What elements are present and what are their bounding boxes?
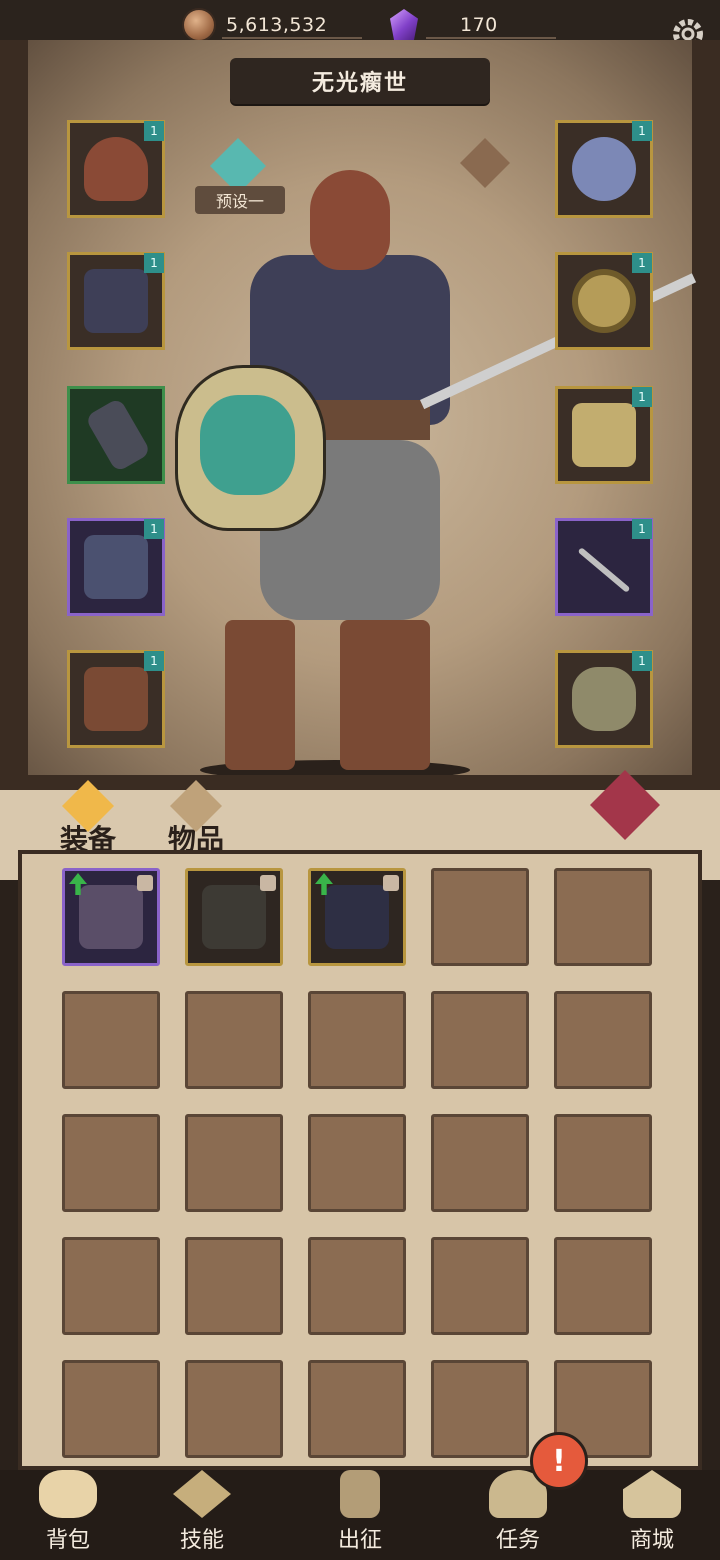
character-boot-right (340, 620, 430, 770)
chest-armor-icon (84, 269, 148, 333)
inventory-slot-empty[interactable] (185, 1360, 283, 1458)
inventory-slot-empty[interactable] (62, 991, 160, 1089)
dark-blade-icon (325, 885, 389, 949)
inventory-grid (62, 868, 658, 1464)
inventory-slot-empty[interactable] (185, 1237, 283, 1335)
coin-amount: 5,613,532 (226, 14, 328, 36)
nav-shop-label: 商城 (629, 1528, 674, 1553)
inventory-slot-empty[interactable] (431, 1114, 529, 1212)
panel-frame-left (0, 40, 28, 800)
equip-slot-chest[interactable]: 1 (67, 252, 165, 350)
helmet-icon (84, 137, 148, 201)
lock-icon[interactable] (137, 875, 153, 891)
inventory-slot-empty[interactable] (308, 1237, 406, 1335)
equip-slot-boots[interactable]: 1 (67, 650, 165, 748)
nav-quests-label: 任务 (495, 1528, 540, 1553)
inventory-slot-empty[interactable] (308, 991, 406, 1089)
inventory-item-dark-blade[interactable] (308, 868, 406, 966)
inventory-item-pants[interactable] (62, 868, 160, 966)
sword-icon (577, 547, 631, 593)
panel-frame-right (692, 40, 720, 800)
character-shield-emblem (200, 395, 295, 495)
page-title: 无光瘸世 (311, 71, 408, 96)
nav-skills[interactable]: 技能 (142, 1470, 262, 1560)
inventory-slot-empty[interactable] (62, 1237, 160, 1335)
slot-level-badge: 1 (632, 651, 652, 671)
inventory-slot-empty[interactable] (308, 1114, 406, 1212)
inventory-slot-empty[interactable] (554, 1237, 652, 1335)
bracer-icon (84, 397, 152, 473)
inventory-slot-empty[interactable] (431, 991, 529, 1089)
pants-icon (84, 535, 148, 599)
nav-expedition[interactable]: 出征 (300, 1470, 420, 1560)
inventory-slot-empty[interactable] (431, 1360, 529, 1458)
inventory-slot-empty[interactable] (185, 991, 283, 1089)
gem-icon (390, 9, 418, 41)
slot-level-badge: 1 (144, 121, 164, 141)
inventory-slot-empty[interactable] (554, 1114, 652, 1212)
equip-slot-weapon[interactable]: 1 (555, 518, 653, 616)
slot-level-badge: 1 (144, 519, 164, 539)
nav-backpack[interactable]: 背包 (8, 1470, 128, 1560)
equip-slot-necklace[interactable]: 1 (555, 120, 653, 218)
equip-slot-helmet[interactable]: 1 (67, 120, 165, 218)
slot-level-badge: 1 (144, 253, 164, 273)
inventory-slot-empty[interactable] (308, 1360, 406, 1458)
shield-icon (572, 667, 636, 731)
slot-level-badge: 1 (632, 121, 652, 141)
nav-expedition-label: 出征 (337, 1528, 382, 1553)
tab-items[interactable]: 物品 (168, 780, 224, 858)
inventory-slot-empty[interactable] (185, 1114, 283, 1212)
lock-icon[interactable] (260, 875, 276, 891)
quest-alert-badge: ! (530, 1432, 588, 1490)
skill-book-icon (173, 1470, 231, 1518)
tab-equipment[interactable]: 装备 (60, 780, 116, 858)
inventory-slot-empty[interactable] (554, 991, 652, 1089)
inventory-slot-empty[interactable] (554, 868, 652, 966)
gem-amount: 170 (460, 14, 498, 36)
inventory-item-spine-staff[interactable] (185, 868, 283, 966)
necklace-icon (572, 137, 636, 201)
backpack-icon (39, 1470, 97, 1518)
coin-counter: 5,613,532 (182, 8, 362, 42)
nav-shop[interactable]: 商城 (592, 1470, 712, 1560)
equip-slot-bracers[interactable] (67, 386, 165, 484)
inventory-slot-empty[interactable] (62, 1360, 160, 1458)
slot-level-badge: 1 (632, 387, 652, 407)
spine-staff-icon (202, 885, 266, 949)
expedition-icon (340, 1470, 380, 1518)
slot-level-badge: 1 (144, 651, 164, 671)
equip-slot-gauntlet[interactable]: 1 (555, 386, 653, 484)
inventory-slot-empty[interactable] (431, 1237, 529, 1335)
nav-skills-label: 技能 (179, 1528, 224, 1553)
inventory-slot-empty[interactable] (431, 868, 529, 966)
equip-slot-pants[interactable]: 1 (67, 518, 165, 616)
nav-backpack-label: 背包 (45, 1528, 90, 1553)
gem-counter: 170 (390, 9, 556, 41)
character-boot-left (225, 620, 295, 770)
ring-icon (572, 269, 636, 333)
pants-icon (79, 885, 143, 949)
inventory-slot-empty[interactable] (62, 1114, 160, 1212)
gauntlet-icon (572, 403, 636, 467)
character-head (310, 170, 390, 270)
preset-button[interactable]: 预设一 (195, 186, 285, 214)
equip-slot-shield[interactable]: 1 (555, 650, 653, 748)
lock-icon[interactable] (383, 875, 399, 891)
coin-icon (182, 8, 216, 42)
slot-level-badge: 1 (632, 519, 652, 539)
title-plaque: 无光瘸世 (230, 58, 490, 104)
equip-slot-ring[interactable]: 1 (555, 252, 653, 350)
shop-icon (623, 1470, 681, 1518)
boots-icon (84, 667, 148, 731)
slot-level-badge: 1 (632, 253, 652, 273)
